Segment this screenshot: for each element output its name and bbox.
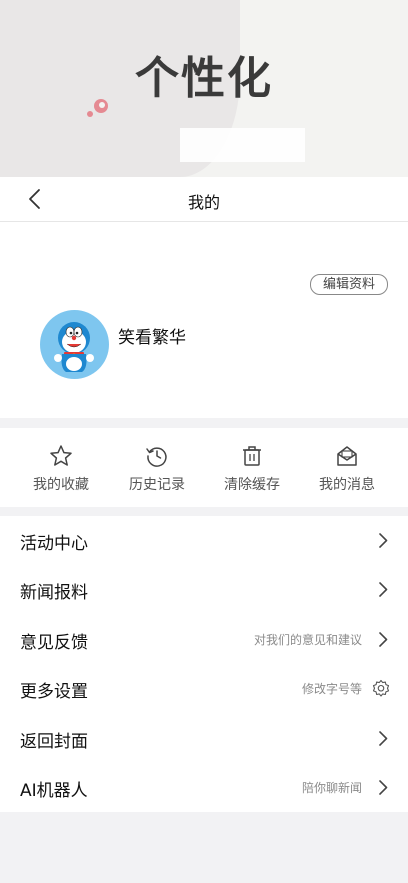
- cover-banner: 个性化: [0, 0, 408, 177]
- menu-item-label: 活动中心: [20, 534, 88, 554]
- settings-menu: 活动中心 新闻报料 意见反馈 对我们的意见和建议 更多设置 修改字号等 返回封面…: [0, 516, 408, 813]
- favorites-label: 我的收藏: [33, 477, 89, 493]
- menu-item-more-settings[interactable]: 更多设置 修改字号等: [0, 664, 408, 713]
- edit-profile-button[interactable]: 编辑资料: [309, 274, 388, 295]
- menu-item-hint: 修改字号等: [301, 682, 362, 697]
- nav-bar: 我的: [0, 177, 408, 222]
- star-icon: [50, 445, 72, 466]
- favorites-button[interactable]: 我的收藏: [11, 428, 111, 507]
- menu-item-label: 意见反馈: [20, 632, 88, 653]
- history-button[interactable]: 历史记录: [107, 428, 207, 507]
- decoration-icon: [87, 99, 108, 117]
- menu-item-label: 返回封面: [20, 731, 88, 752]
- profile-card: 编辑资料 笑看繁华: [0, 222, 408, 418]
- quick-actions-bar: 我的收藏 历史记录 清除缓存 我的消息: [0, 428, 408, 507]
- menu-item-label: 新闻报料: [20, 583, 88, 604]
- chevron-right-icon: [379, 730, 388, 746]
- doraemon-avatar-image: [54, 322, 94, 372]
- avatar[interactable]: [40, 310, 109, 379]
- menu-item-label: 更多设置: [20, 682, 88, 703]
- trash-icon: [243, 446, 261, 466]
- message-icon: [337, 446, 357, 466]
- menu-item-hint: 对我们的意见和建议: [253, 632, 362, 647]
- history-icon: [146, 447, 167, 467]
- chevron-right-icon: [379, 780, 388, 795]
- banner-ribbon: [180, 128, 305, 162]
- messages-button[interactable]: 我的消息: [297, 428, 397, 507]
- page-title: 我的: [187, 193, 220, 212]
- chevron-right-icon: [379, 631, 388, 647]
- menu-item-hint: 陪你聊新闻: [301, 780, 362, 795]
- menu-item-ai-robot[interactable]: AI机器人 陪你聊新闻: [0, 763, 408, 812]
- username: 笑看繁华: [118, 328, 186, 348]
- clear-cache-button[interactable]: 清除缓存: [202, 428, 302, 507]
- menu-item-activity-center[interactable]: 活动中心: [0, 516, 408, 565]
- menu-item-news-tip[interactable]: 新闻报料: [0, 565, 408, 614]
- chevron-right-icon: [379, 533, 388, 548]
- chevron-right-icon: [379, 582, 388, 598]
- clear-cache-label: 清除缓存: [224, 477, 280, 493]
- menu-item-feedback[interactable]: 意见反馈 对我们的意见和建议: [0, 615, 408, 664]
- menu-item-label: AI机器人: [20, 780, 88, 801]
- banner-title: 个性化: [135, 53, 273, 104]
- history-label: 历史记录: [129, 477, 185, 493]
- menu-item-back-to-cover[interactable]: 返回封面: [0, 714, 408, 763]
- gear-icon: [372, 680, 390, 697]
- messages-label: 我的消息: [319, 477, 375, 493]
